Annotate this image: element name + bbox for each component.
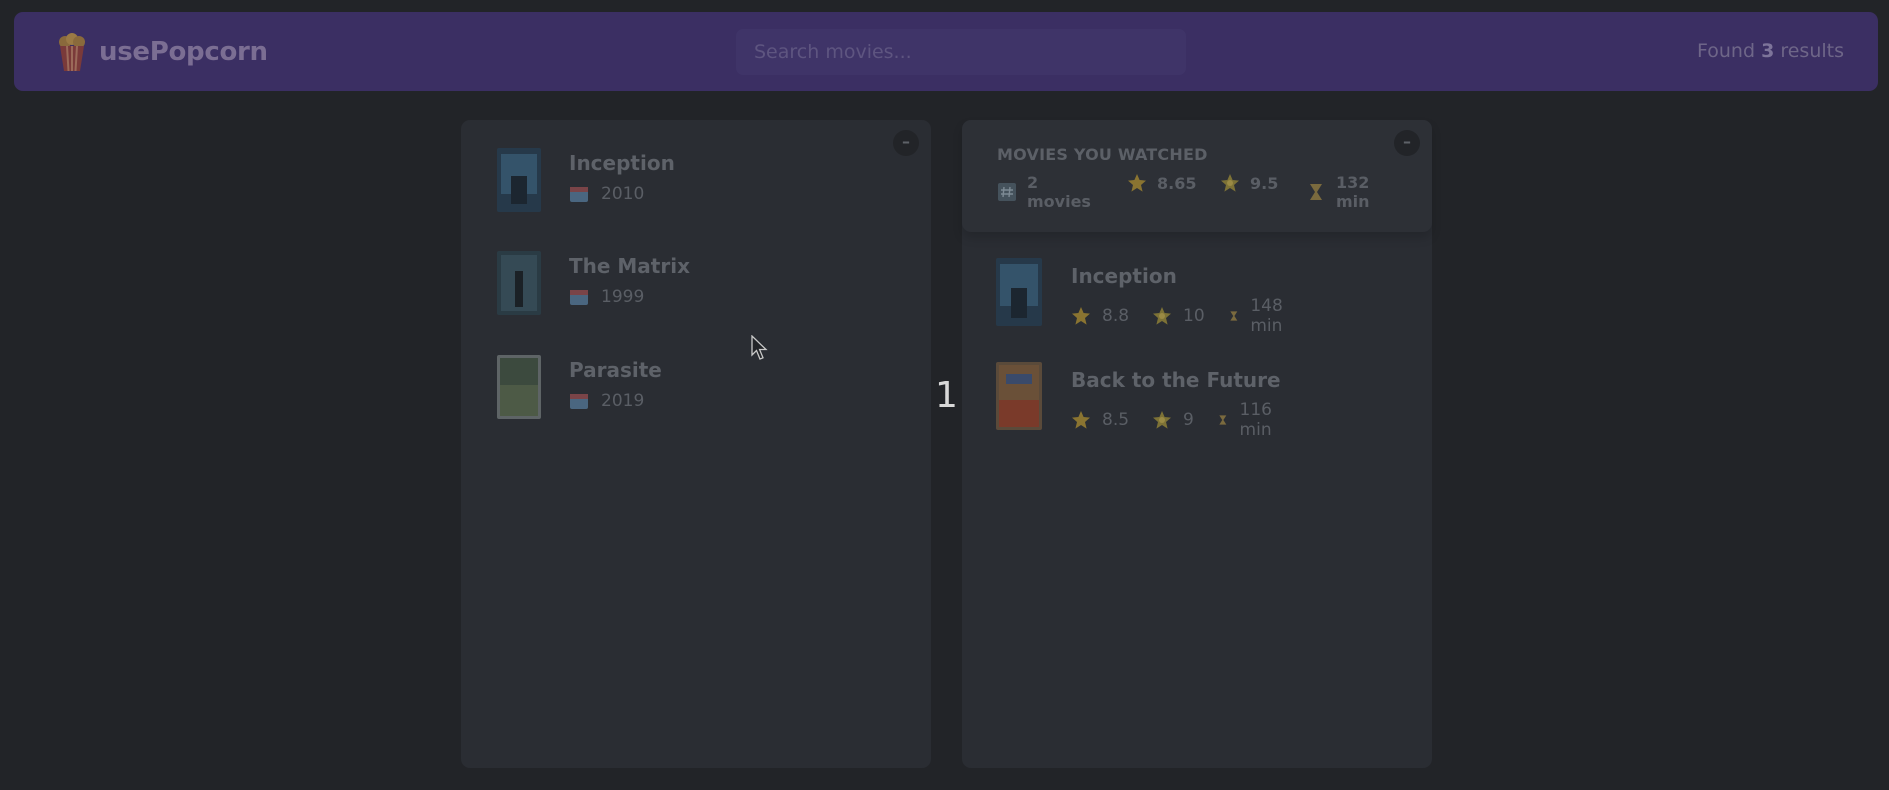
count-value: 2 [1027,173,1039,192]
results-prefix: Found [1697,40,1762,62]
imdb-rating: 8.5 [1071,410,1129,430]
runtime: 116 min [1217,400,1280,440]
navbar: usePopcorn Found 3 results [14,12,1878,91]
runtime-unit: min [1336,192,1370,211]
movie-year-row: 2019 [569,391,644,411]
movie-title: Inception [1071,264,1177,288]
movie-poster [996,362,1042,430]
summary-imdb-rating: 8.65 [1127,173,1196,193]
movie-stats: 8.5 9 116 min [1071,400,1303,440]
collapse-button[interactable]: – [893,130,919,156]
imdb-value: 8.5 [1102,410,1130,430]
collapse-button[interactable]: – [1394,130,1420,156]
popcorn-icon [59,33,85,72]
glowing-star-icon [1221,174,1239,192]
runtime-value: 148 min [1250,296,1283,336]
watched-box: MOVIES YOU WATCHED 2 movies 8.65 9.5 132 m… [962,120,1432,768]
mouse-cursor-icon [751,335,768,360]
search-input[interactable] [736,29,1186,75]
movie-title: Parasite [569,358,662,382]
summary-runtime: 132 min [1306,173,1370,211]
user-value: 10 [1183,306,1205,326]
movie-year-row: 1999 [569,287,644,307]
movie-title: Back to the Future [1071,368,1281,392]
calendar-icon [570,394,588,409]
summary-user-rating: 9.5 [1220,173,1278,193]
avg-user-value: 9.5 [1250,173,1279,193]
runtime-value: 132 [1336,173,1370,192]
watched-summary: MOVIES YOU WATCHED 2 movies 8.65 9.5 132 m… [962,120,1432,232]
avg-imdb-value: 8.65 [1157,173,1197,193]
logo-text: usePopcorn [99,37,268,67]
movie-title: Inception [569,151,675,175]
glowing-star-icon [1153,411,1172,429]
movie-year: 1999 [601,287,645,307]
summary-heading: MOVIES YOU WATCHED [997,145,1208,164]
results-count: Found 3 results [1697,40,1844,62]
hourglass-icon [1219,415,1227,425]
calendar-icon [570,290,588,305]
movie-year: 2010 [601,184,645,204]
star-icon [1072,307,1090,325]
movie-poster [497,148,541,212]
star-icon [1128,174,1146,192]
logo: usePopcorn [57,32,268,72]
movie-year: 2019 [601,391,645,411]
imdb-rating: 8.8 [1071,306,1129,326]
star-icon [1072,411,1090,429]
results-number: 3 [1761,40,1775,62]
results-suffix: results [1774,40,1844,62]
hourglass-icon [1310,184,1322,200]
hourglass-icon [1230,311,1238,321]
hashtag-icon [998,183,1016,201]
movie-year-row: 2010 [569,184,644,204]
runtime-value: 116 min [1239,400,1272,440]
movie-title: The Matrix [569,254,690,278]
summary-count: 2 movies [997,173,1091,211]
search-results-box: – Inception 2010 The Matrix 1999 Parasit… [461,120,931,768]
user-value: 9 [1183,410,1194,430]
imdb-value: 8.8 [1102,306,1130,326]
movie-poster [497,251,541,315]
user-rating: 9 [1152,410,1194,430]
movie-poster [497,355,541,419]
overlay-number: 1 [935,375,958,416]
movie-poster [996,258,1042,326]
glowing-star-icon [1153,307,1172,325]
runtime: 148 min [1228,296,1291,336]
count-unit: movies [1027,192,1091,211]
movie-stats: 8.8 10 148 min [1071,296,1314,336]
user-rating: 10 [1152,306,1205,326]
calendar-icon [570,187,588,202]
